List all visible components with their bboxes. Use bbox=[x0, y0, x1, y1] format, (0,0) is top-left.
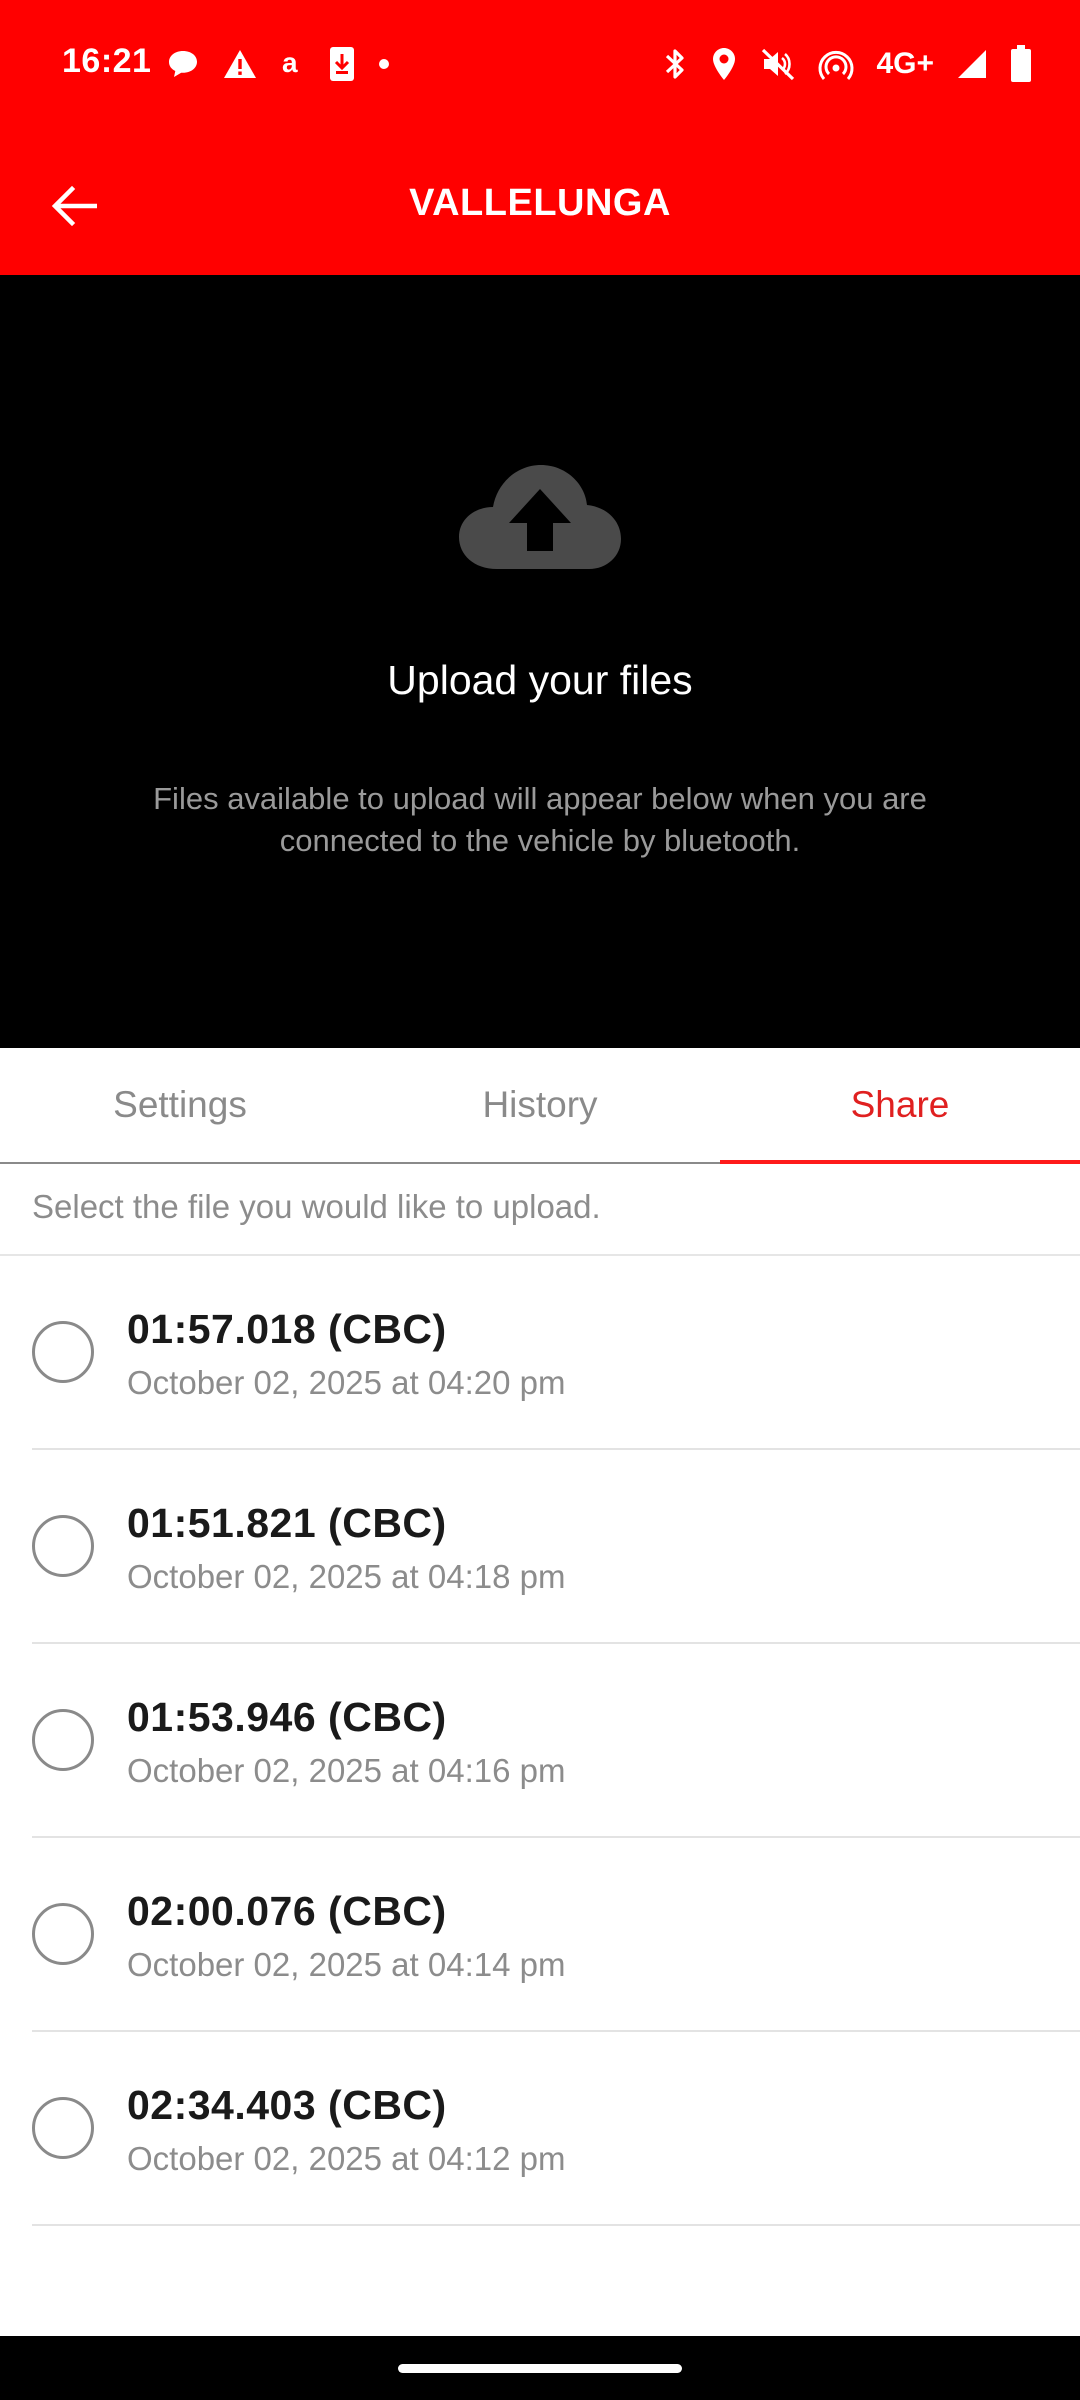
file-lap-time: 01:51.821 (CBC) bbox=[127, 1500, 447, 1546]
file-row[interactable]: 01:53.946 (CBC) October 02, 2025 at 04:1… bbox=[0, 1644, 1080, 1838]
upload-title: Upload your files bbox=[387, 657, 693, 703]
svg-text:a: a bbox=[282, 48, 298, 78]
file-radio[interactable] bbox=[32, 1321, 94, 1383]
location-icon bbox=[710, 46, 738, 82]
system-nav-bar bbox=[0, 2336, 1080, 2400]
file-lap-time: 01:57.018 (CBC) bbox=[127, 1306, 447, 1352]
file-radio[interactable] bbox=[32, 1709, 94, 1771]
app-bar: VALLELUNGA bbox=[0, 130, 1080, 275]
header: 16:21 a 4G+ VALLELUNGA bbox=[0, 0, 1080, 275]
file-date: October 02, 2025 at 04:16 pm bbox=[127, 1752, 566, 1789]
file-row[interactable]: 02:34.403 (CBC) October 02, 2025 at 04:1… bbox=[0, 2032, 1080, 2226]
home-indicator[interactable] bbox=[398, 2364, 682, 2373]
cloud-upload-icon bbox=[459, 461, 621, 573]
tab-settings[interactable]: Settings bbox=[0, 1048, 360, 1162]
upload-description: Files available to upload will appear be… bbox=[153, 781, 927, 858]
network-type: 4G+ bbox=[876, 47, 934, 80]
file-row[interactable]: 01:51.821 (CBC) October 02, 2025 at 04:1… bbox=[0, 1450, 1080, 1644]
bluetooth-icon bbox=[662, 46, 688, 82]
file-radio[interactable] bbox=[32, 1515, 94, 1577]
file-row[interactable]: 01:57.018 (CBC) October 02, 2025 at 04:2… bbox=[0, 1256, 1080, 1450]
mute-icon bbox=[760, 46, 796, 82]
warning-icon bbox=[222, 48, 258, 80]
file-date: October 02, 2025 at 04:20 pm bbox=[127, 1364, 566, 1401]
file-list: 01:57.018 (CBC) October 02, 2025 at 04:2… bbox=[0, 1256, 1080, 2226]
upload-hero: Upload your files Files available to upl… bbox=[0, 275, 1080, 1048]
file-date: October 02, 2025 at 04:14 pm bbox=[127, 1946, 566, 1983]
status-bar: 16:21 a 4G+ bbox=[0, 0, 1080, 130]
file-row[interactable]: 02:00.076 (CBC) October 02, 2025 at 04:1… bbox=[0, 1838, 1080, 2032]
tab-history[interactable]: History bbox=[360, 1048, 720, 1162]
dot-icon bbox=[378, 58, 390, 70]
status-time: 16:21 bbox=[62, 42, 152, 80]
file-date: October 02, 2025 at 04:12 pm bbox=[127, 2140, 566, 2177]
file-lap-time: 02:34.403 (CBC) bbox=[127, 2082, 447, 2128]
app-screen: 16:21 a 4G+ VALLELUNGA Upload your files… bbox=[0, 0, 1080, 2400]
notification-icons: a bbox=[166, 44, 390, 84]
file-radio[interactable] bbox=[32, 2097, 94, 2159]
chat-bubble-icon bbox=[166, 48, 200, 80]
file-lap-time: 02:00.076 (CBC) bbox=[127, 1888, 447, 1934]
battery-icon bbox=[1010, 45, 1032, 83]
amazon-icon: a bbox=[280, 48, 306, 80]
page-title: VALLELUNGA bbox=[409, 182, 671, 224]
file-date: October 02, 2025 at 04:18 pm bbox=[127, 1558, 566, 1595]
file-radio[interactable] bbox=[32, 1903, 94, 1965]
hotspot-icon bbox=[818, 46, 854, 82]
instruction-text: Select the file you would like to upload… bbox=[32, 1188, 601, 1225]
file-lap-time: 01:53.946 (CBC) bbox=[127, 1694, 447, 1740]
tab-bar: Settings History Share bbox=[0, 1048, 1080, 1164]
signal-icon bbox=[956, 48, 988, 80]
download-icon bbox=[328, 46, 356, 82]
system-icons: 4G+ bbox=[662, 42, 1032, 86]
tab-share[interactable]: Share bbox=[720, 1048, 1080, 1164]
